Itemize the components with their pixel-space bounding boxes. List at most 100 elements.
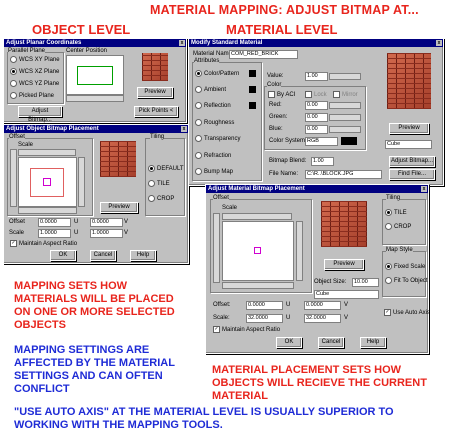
red-label: Red: xyxy=(269,102,282,108)
v-label: V xyxy=(124,219,129,225)
green-field[interactable]: 0.00 xyxy=(305,113,328,122)
attr-refraction[interactable]: Refraction xyxy=(195,152,231,159)
value-field[interactable]: 1.00 xyxy=(305,72,328,81)
object-preview-image xyxy=(100,141,136,177)
v-label: V xyxy=(344,302,349,308)
scale-u-field[interactable]: 1.0000 xyxy=(38,229,71,238)
adjust-bitmap-button[interactable]: Adjust Bitmap... xyxy=(18,106,62,123)
center-horizontal-scrollbar[interactable] xyxy=(66,95,124,102)
tiling-option-default[interactable]: DEFAULT xyxy=(148,165,184,172)
plane-option-yz[interactable]: WCS YZ Plane xyxy=(10,80,59,87)
tiling-option-tile[interactable]: TILE xyxy=(148,180,170,187)
u-label: U xyxy=(74,219,79,225)
attr-reflection[interactable]: Reflection xyxy=(195,102,231,109)
attributes-label: Attributes xyxy=(194,58,220,64)
map-option-fixed-scale[interactable]: Fixed Scale xyxy=(385,263,425,270)
tiling-group xyxy=(145,138,185,216)
scale-vertical-scrollbar[interactable] xyxy=(10,149,17,207)
material-name-field[interactable]: COM_RED_BRICK xyxy=(229,50,298,59)
offset-vertical-scrollbar[interactable] xyxy=(296,221,303,281)
bitmap-blend-label: Bitmap Blend: xyxy=(269,158,307,164)
attr-transparency[interactable]: Transparency xyxy=(195,135,240,142)
attr-ambient[interactable]: Ambient xyxy=(195,86,226,93)
scale-vertical-scrollbar[interactable] xyxy=(213,213,220,283)
offset-group-label: Offset xyxy=(9,134,25,140)
help-button[interactable]: Help xyxy=(360,337,386,348)
object-preview-button[interactable]: Preview xyxy=(100,202,138,213)
close-icon[interactable]: x xyxy=(421,186,427,192)
blue-label: Blue: xyxy=(269,126,283,132)
offset-u-field[interactable]: 0.0000 xyxy=(246,301,283,310)
scale-v-field[interactable]: 1.0000 xyxy=(90,229,123,238)
offset-horizontal-scrollbar[interactable] xyxy=(18,207,77,214)
plane-option-xz[interactable]: WCS XZ Plane xyxy=(10,68,59,75)
placement-canvas[interactable] xyxy=(18,157,77,207)
blue-field[interactable]: 0.00 xyxy=(305,125,328,134)
preview-shape-select[interactable]: Cube xyxy=(385,140,432,149)
offset-u-field[interactable]: 0.0000 xyxy=(38,218,71,227)
offset-row-label: Offset xyxy=(9,219,25,225)
maintain-aspect-checkbox[interactable]: ✓ Maintain Aspect Ratio xyxy=(213,326,280,333)
planar-preview-button[interactable]: Preview xyxy=(137,87,173,98)
red-slider[interactable] xyxy=(329,102,361,109)
offset-horizontal-scrollbar[interactable] xyxy=(222,282,294,289)
tiling-option-crop[interactable]: CROP xyxy=(385,223,411,230)
mirror-checkbox[interactable]: Mirror xyxy=(333,91,358,98)
plane-option-picked[interactable]: Picked Plane xyxy=(10,92,54,99)
placement-preview-button[interactable]: Preview xyxy=(324,259,364,270)
ok-button[interactable]: OK xyxy=(276,337,302,348)
u-label: U xyxy=(74,230,79,236)
help-button[interactable]: Help xyxy=(130,250,156,261)
file-name-field[interactable]: C:\R..\BLOCK.JPG xyxy=(305,170,382,179)
use-auto-axis-checkbox[interactable]: ✓ Use Auto Axis xyxy=(384,309,430,316)
scale-v-field[interactable]: 32.0000 xyxy=(304,314,341,323)
attr-bump-map[interactable]: Bump Map xyxy=(195,168,233,175)
dialog-titlebar: Adjust Material Bitmap Placement x xyxy=(206,185,428,193)
offset-v-field[interactable]: 0.0000 xyxy=(90,218,123,227)
close-icon[interactable]: x xyxy=(179,40,185,46)
cancel-button[interactable]: Cancel xyxy=(90,250,116,261)
tiling-option-tile[interactable]: TILE xyxy=(385,209,407,216)
placement-canvas[interactable] xyxy=(222,221,294,281)
v-label: V xyxy=(124,230,129,236)
cancel-button[interactable]: Cancel xyxy=(318,337,344,348)
offset-v-field[interactable]: 0.0000 xyxy=(304,301,341,310)
mapping-sets-callout: MAPPING SETS HOW MATERIALS WILL BE PLACE… xyxy=(14,280,175,331)
u-label: U xyxy=(286,315,291,321)
close-icon[interactable]: x xyxy=(436,40,442,46)
attr-roughness[interactable]: Roughness xyxy=(195,119,234,126)
value-label: Value: xyxy=(267,73,284,79)
map-option-fit-to-object[interactable]: Fit To Object xyxy=(385,277,428,284)
scale-row-label: Scale xyxy=(9,230,25,236)
maintain-aspect-checkbox[interactable]: ✓ Maintain Aspect Ratio xyxy=(10,240,77,247)
planar-coordinates-dialog: Adjust Planar Coordinates x Parallel Plan… xyxy=(3,38,187,123)
color-system-label: Color System: xyxy=(269,138,307,144)
adjust-bitmap-button[interactable]: Adjust Bitmap... xyxy=(389,156,435,167)
color-system-select[interactable]: RGB xyxy=(305,137,338,146)
bitmap-blend-field[interactable]: 1.00 xyxy=(311,157,334,166)
close-icon[interactable]: x xyxy=(181,126,187,132)
scale-u-field[interactable]: 32.0000 xyxy=(246,314,283,323)
shape-select[interactable]: Cube xyxy=(314,290,379,299)
modify-material-dialog: Modify Standard Material x Material Name:… xyxy=(188,38,444,186)
tiling-option-crop[interactable]: CROP xyxy=(148,195,174,202)
material-preview-button[interactable]: Preview xyxy=(389,123,429,134)
green-slider[interactable] xyxy=(329,114,361,121)
plane-option-xy[interactable]: WCS XY Plane xyxy=(10,56,60,63)
center-position-canvas[interactable] xyxy=(66,55,124,95)
red-field[interactable]: 0.00 xyxy=(305,101,328,110)
find-file-button[interactable]: Find File... xyxy=(389,169,435,180)
value-slider[interactable] xyxy=(329,73,361,80)
pick-points-button[interactable]: Pick Points < xyxy=(134,106,178,117)
attr-color-pattern[interactable]: Color/Pattern xyxy=(195,70,239,77)
by-aci-checkbox[interactable]: By ACI xyxy=(268,91,295,98)
ok-button[interactable]: OK xyxy=(50,250,76,261)
center-position-label: Center Position xyxy=(66,48,108,54)
object-size-field[interactable]: 10.00 xyxy=(352,278,379,287)
lock-checkbox[interactable]: Lock xyxy=(305,91,327,98)
blue-slider[interactable] xyxy=(329,126,361,133)
scale-horizontal-scrollbar[interactable] xyxy=(222,213,292,220)
scale-horizontal-scrollbar[interactable] xyxy=(18,149,76,156)
map-style-group xyxy=(382,251,426,297)
offset-vertical-scrollbar[interactable] xyxy=(78,157,85,207)
